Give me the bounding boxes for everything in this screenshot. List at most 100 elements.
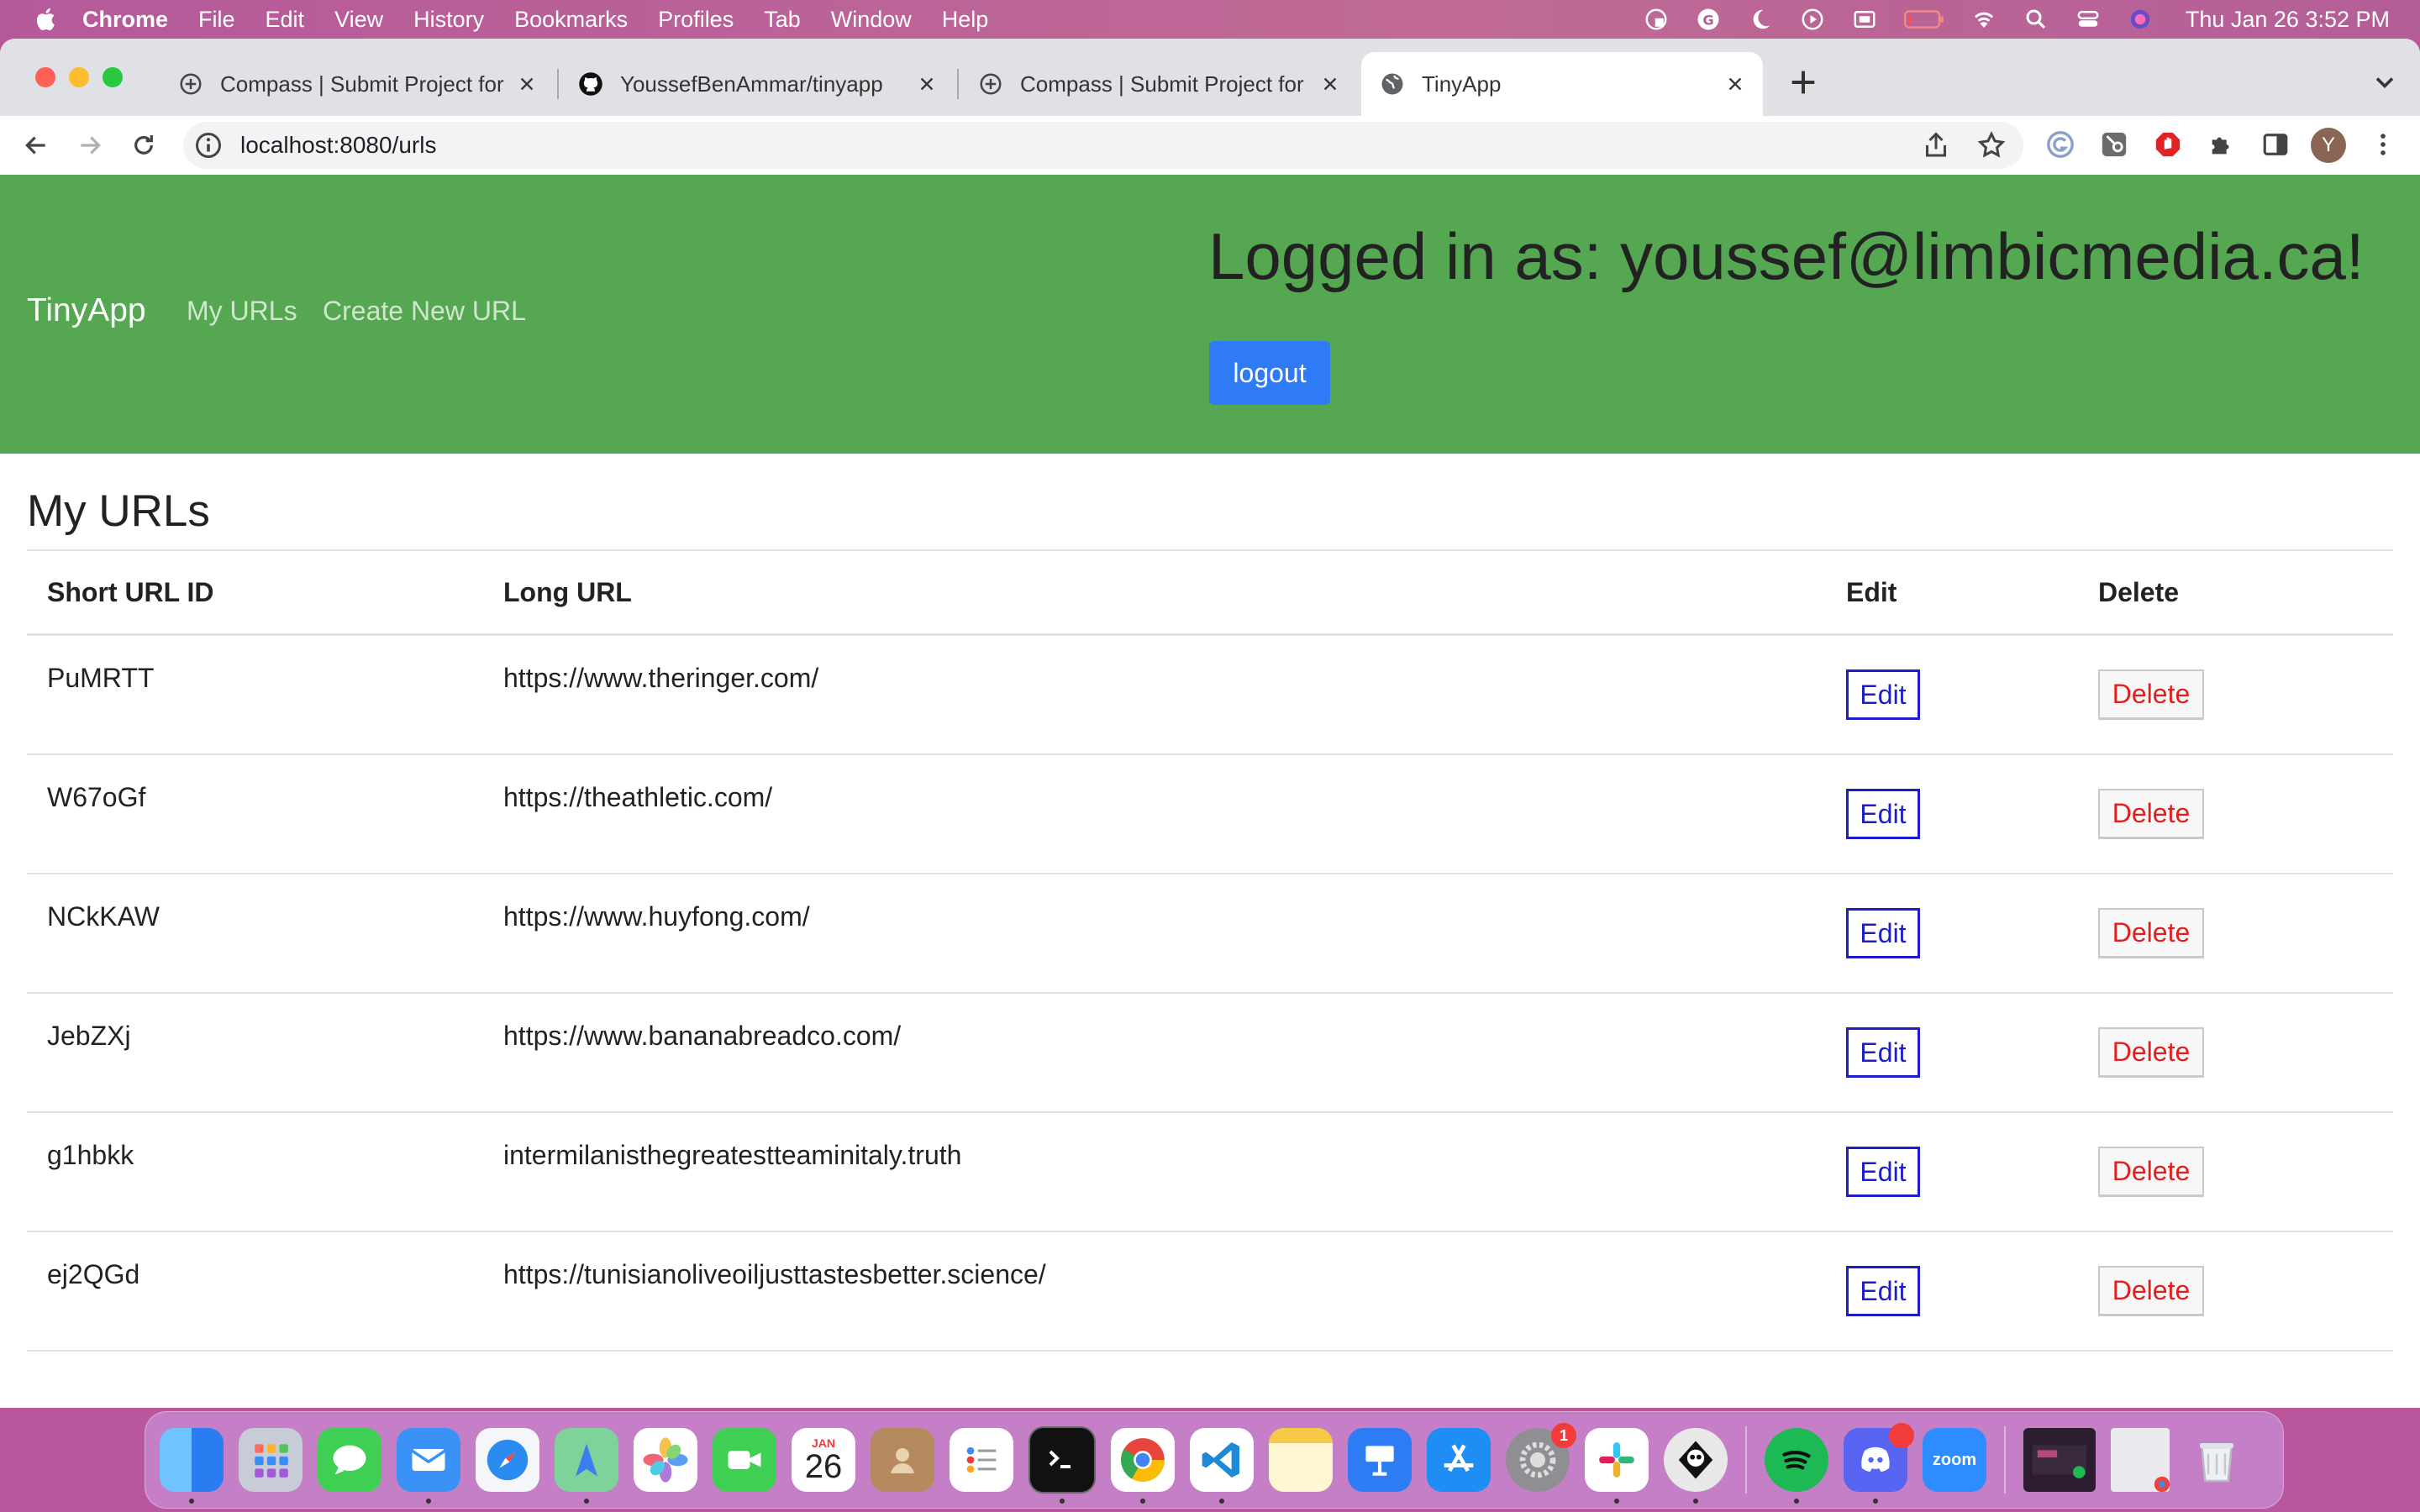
edit-button[interactable]: Edit <box>1846 1147 1920 1197</box>
mail-icon[interactable] <box>397 1428 460 1504</box>
reload-icon[interactable] <box>128 129 160 161</box>
notes-icon[interactable] <box>1269 1428 1333 1492</box>
battery-icon[interactable] <box>1903 6 1945 33</box>
play-icon[interactable] <box>1799 6 1826 33</box>
window-minimize-button[interactable] <box>69 67 89 87</box>
menu-clock[interactable]: Thu Jan 26 3:52 PM <box>2186 7 2390 33</box>
reminders-icon[interactable] <box>950 1428 1013 1492</box>
menu-file[interactable]: File <box>198 7 235 33</box>
menu-tab[interactable]: Tab <box>764 7 801 33</box>
tab-close-icon[interactable] <box>1318 71 1343 97</box>
extensions-puzzle-icon[interactable] <box>2205 128 2238 161</box>
menu-bookmarks[interactable]: Bookmarks <box>514 7 628 33</box>
tab-close-icon[interactable] <box>914 71 939 97</box>
slack-icon[interactable] <box>1585 1428 1649 1504</box>
running-indicator <box>1873 1499 1878 1504</box>
tab-github[interactable]: YoussefBenAmmar/tinyapp <box>560 52 955 116</box>
tab-search-chevron-down-icon[interactable] <box>2370 67 2400 97</box>
menu-profiles[interactable]: Profiles <box>658 7 734 33</box>
skull-app-icon[interactable] <box>1664 1428 1728 1504</box>
screen-icon[interactable] <box>1851 6 1878 33</box>
launchpad-icon[interactable] <box>239 1428 302 1492</box>
tab-compass-2[interactable]: Compass | Submit Project for E <box>960 52 1358 116</box>
notification-badge: 1 <box>1551 1423 1576 1448</box>
address-bar[interactable] <box>183 122 2023 169</box>
wifi-icon[interactable] <box>1970 6 1997 33</box>
bookmark-star-icon[interactable] <box>1976 130 2007 160</box>
edit-button[interactable]: Edit <box>1846 1027 1920 1078</box>
safari-icon[interactable] <box>476 1428 539 1492</box>
window-zoom-button[interactable] <box>103 67 123 87</box>
side-panel-icon[interactable] <box>2259 128 2292 161</box>
photos-icon[interactable] <box>634 1428 697 1492</box>
finder-icon[interactable] <box>160 1428 224 1504</box>
delete-button[interactable]: Delete <box>2098 1147 2204 1197</box>
forward-arrow-icon[interactable] <box>74 129 106 161</box>
menu-window[interactable]: Window <box>831 7 912 33</box>
spotlight-search-icon[interactable] <box>2023 6 2049 33</box>
edit-button[interactable]: Edit <box>1846 1266 1920 1316</box>
system-settings-icon[interactable]: 1 <box>1506 1423 1576 1492</box>
compass-icon <box>180 73 202 95</box>
share-icon[interactable] <box>1921 130 1951 160</box>
menu-view[interactable]: View <box>334 7 383 33</box>
facetime-icon[interactable] <box>713 1428 776 1492</box>
menu-help[interactable]: Help <box>942 7 989 33</box>
tab-close-icon[interactable] <box>514 71 539 97</box>
nav-create-new-url[interactable]: Create New URL <box>323 296 526 327</box>
control-center-icon[interactable] <box>2075 6 2102 33</box>
spotify-icon[interactable] <box>1765 1428 1828 1504</box>
tab-tinyapp[interactable]: TinyApp <box>1361 52 1763 116</box>
trash-icon[interactable] <box>2185 1428 2249 1492</box>
maps-icon[interactable] <box>555 1428 618 1504</box>
contacts-icon[interactable] <box>871 1428 934 1492</box>
kebab-menu-icon[interactable] <box>2366 128 2400 161</box>
hubspot-extension-icon[interactable] <box>2097 128 2131 161</box>
brand-link[interactable]: TinyApp <box>27 292 146 329</box>
moon-icon[interactable] <box>1747 6 1774 33</box>
tab-title: Compass | Submit Project for E <box>220 71 506 97</box>
tab-compass-1[interactable]: Compass | Submit Project for E <box>160 52 555 116</box>
calendar-icon[interactable]: JAN 26 <box>792 1428 855 1492</box>
minimized-chrome-window-icon[interactable] <box>2111 1428 2170 1493</box>
url-input[interactable] <box>239 131 1839 160</box>
delete-button[interactable]: Delete <box>2098 1266 2204 1316</box>
menu-edit[interactable]: Edit <box>266 7 305 33</box>
edit-button[interactable]: Edit <box>1846 669 1920 720</box>
discord-icon[interactable] <box>1844 1423 1914 1504</box>
address-bar-actions <box>1921 130 2007 160</box>
messages-icon[interactable] <box>318 1428 381 1492</box>
minimized-window-icon[interactable] <box>2023 1428 2096 1492</box>
edit-cell: Edit <box>1826 1112 2078 1232</box>
delete-button[interactable]: Delete <box>2098 1027 2204 1078</box>
menu-history[interactable]: History <box>413 7 484 33</box>
app-store-icon[interactable] <box>1427 1428 1491 1492</box>
profile-avatar[interactable]: Y <box>2311 128 2346 163</box>
window-close-button[interactable] <box>35 67 55 87</box>
delete-button[interactable]: Delete <box>2098 669 2204 720</box>
calendar-day: 26 <box>804 1448 843 1485</box>
vscode-icon[interactable] <box>1190 1428 1254 1504</box>
zoom-icon[interactable]: zoom <box>1923 1428 1986 1492</box>
adblock-extension-icon[interactable] <box>2151 128 2185 161</box>
nav-my-urls[interactable]: My URLs <box>187 296 297 327</box>
logout-button[interactable]: logout <box>1209 341 1330 405</box>
back-arrow-icon[interactable] <box>20 129 52 161</box>
apple-icon[interactable] <box>32 6 57 33</box>
edit-button[interactable]: Edit <box>1846 789 1920 839</box>
tab-close-icon[interactable] <box>1723 71 1748 97</box>
menu-app-name[interactable]: Chrome <box>82 7 168 33</box>
delete-button[interactable]: Delete <box>2098 789 2204 839</box>
delete-button[interactable]: Delete <box>2098 908 2204 958</box>
keynote-icon[interactable] <box>1348 1428 1412 1492</box>
site-info-icon[interactable] <box>193 130 224 160</box>
grammarly-extension-icon[interactable] <box>2044 128 2077 161</box>
vpn-icon[interactable] <box>1643 6 1670 33</box>
chrome-icon[interactable] <box>1111 1428 1175 1504</box>
edit-button[interactable]: Edit <box>1846 908 1920 958</box>
grammarly-icon[interactable]: G <box>1695 6 1722 33</box>
terminal-icon[interactable] <box>1028 1426 1096 1504</box>
new-tab-plus-icon[interactable] <box>1786 66 1820 99</box>
urls-table: Short URL ID Long URL Edit Delete PuMRTT… <box>27 549 2393 1352</box>
siri-icon[interactable] <box>2127 6 2154 33</box>
